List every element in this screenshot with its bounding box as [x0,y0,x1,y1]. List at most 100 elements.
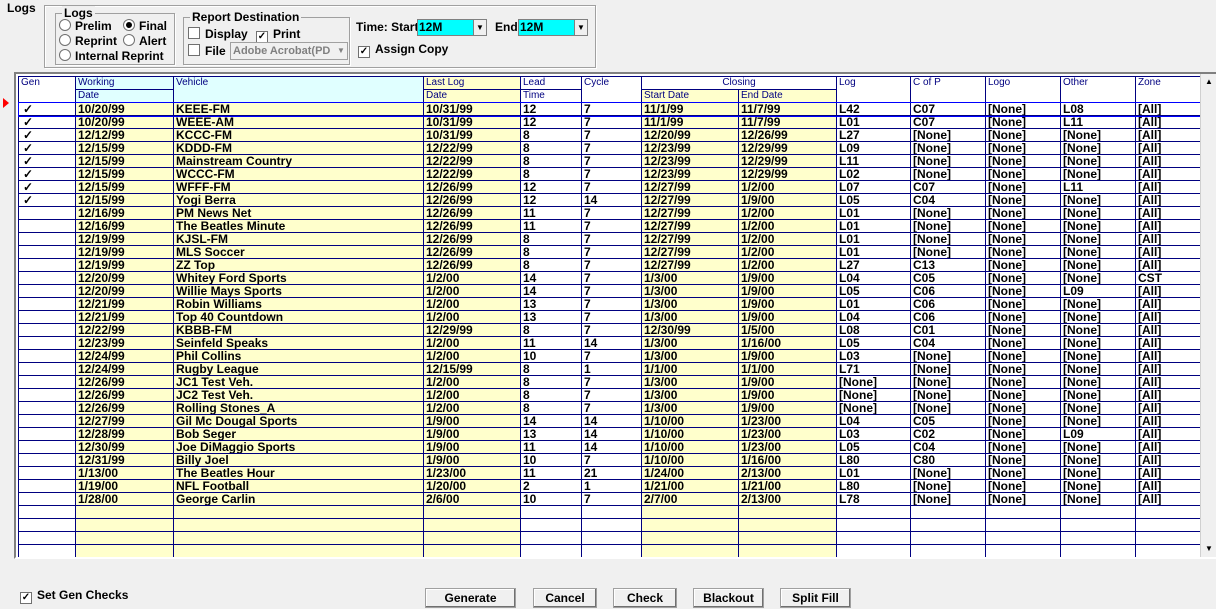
other-cell[interactable]: [None] [1060,258,1136,272]
vehicle-cell[interactable]: ZZ Top [173,258,424,272]
start-date-cell[interactable]: 1/3/00 [641,388,739,402]
other-cell[interactable]: [None] [1060,310,1136,324]
table-row[interactable]: ✓ 12/15/99 Mainstream Country 12/22/99 8 7 12/… [18,154,1201,168]
gen-cell[interactable] [18,466,76,480]
logo-cell[interactable]: [None] [985,102,1061,116]
start-date-cell[interactable] [641,518,739,532]
logo-cell[interactable] [985,505,1061,519]
zone-cell[interactable]: [All] [1135,401,1201,415]
other-cell[interactable]: L11 [1060,115,1136,129]
log-cell[interactable]: L07 [836,180,911,194]
working-date-cell[interactable]: 12/26/99 [75,388,174,402]
other-cell[interactable]: [None] [1060,297,1136,311]
other-cell[interactable]: [None] [1060,466,1136,480]
zone-cell[interactable]: [All] [1135,492,1201,506]
cycle-cell[interactable] [581,544,642,557]
logo-cell[interactable]: [None] [985,427,1061,441]
zone-cell[interactable]: [All] [1135,258,1201,272]
table-row[interactable]: 12/27/99 Gil Mc Dougal Sports 1/9/00 14 14 1/… [18,414,1201,428]
cycle-cell[interactable]: 7 [581,141,642,155]
lead-time-cell[interactable]: 10 [520,453,582,467]
working-date-cell[interactable]: 12/21/99 [75,297,174,311]
end-date-cell[interactable]: 1/9/00 [738,401,837,415]
last-log-date-cell[interactable]: 12/26/99 [423,245,521,259]
lead-time-cell[interactable]: 11 [520,336,582,350]
other-cell[interactable]: [None] [1060,232,1136,246]
cofp-cell[interactable]: [None] [910,232,986,246]
vehicle-cell[interactable]: Robin Williams [173,297,424,311]
start-date-cell[interactable]: 11/1/99 [641,102,739,116]
log-cell[interactable]: L01 [836,245,911,259]
working-date-cell[interactable]: 12/19/99 [75,245,174,259]
zone-cell[interactable]: [All] [1135,362,1201,376]
start-date-cell[interactable]: 1/3/00 [641,297,739,311]
col-header-closing[interactable]: Closing [641,76,837,90]
lead-time-cell[interactable]: 11 [520,206,582,220]
lead-time-cell[interactable] [520,544,582,557]
other-cell[interactable]: [None] [1060,453,1136,467]
vehicle-cell[interactable]: Top 40 Countdown [173,310,424,324]
gen-cell[interactable] [18,310,76,324]
gen-cell[interactable] [18,232,76,246]
check-button[interactable]: Check [613,588,677,608]
lead-time-cell[interactable]: 8 [520,375,582,389]
col-header-start-date[interactable]: Start Date [641,89,739,103]
gen-cell[interactable] [18,453,76,467]
lead-time-cell[interactable]: 8 [520,128,582,142]
zone-cell[interactable]: [All] [1135,479,1201,493]
vehicle-cell[interactable]: KEEE-FM [173,102,424,116]
zone-cell[interactable]: [All] [1135,440,1201,454]
start-date-cell[interactable]: 12/27/99 [641,219,739,233]
vehicle-cell[interactable]: Mainstream Country [173,154,424,168]
table-row[interactable]: 12/19/99 ZZ Top 12/26/99 8 7 12/27/99 1/2/00 L2… [18,258,1201,272]
last-log-date-cell[interactable]: 10/31/99 [423,102,521,116]
gen-cell[interactable] [18,336,76,350]
vehicle-cell[interactable] [173,518,424,532]
col-header-last-log[interactable]: Last Log [423,76,521,90]
cycle-cell[interactable]: 21 [581,466,642,480]
cycle-cell[interactable]: 7 [581,323,642,337]
other-cell[interactable]: [None] [1060,206,1136,220]
cycle-cell[interactable]: 14 [581,440,642,454]
table-row[interactable]: ✓ 12/15/99 Yogi Berra 12/26/99 12 14 12/27/99 1… [18,193,1201,207]
display-checkbox[interactable]: Display [188,27,248,41]
zone-cell[interactable]: [All] [1135,284,1201,298]
cycle-cell[interactable]: 7 [581,206,642,220]
logo-cell[interactable] [985,531,1061,545]
start-date-cell[interactable]: 1/21/00 [641,479,739,493]
lead-time-cell[interactable]: 14 [520,414,582,428]
end-date-cell[interactable]: 1/23/00 [738,440,837,454]
zone-cell[interactable]: [All] [1135,388,1201,402]
zone-cell[interactable]: [All] [1135,193,1201,207]
cycle-cell[interactable]: 7 [581,284,642,298]
last-log-date-cell[interactable]: 12/26/99 [423,180,521,194]
log-cell[interactable]: L09 [836,141,911,155]
col-header-cycle[interactable]: Cycle [581,76,642,103]
gen-cell[interactable] [18,206,76,220]
cofp-cell[interactable]: C04 [910,440,986,454]
cycle-cell[interactable]: 7 [581,258,642,272]
col-header-gen[interactable]: Gen [18,76,76,103]
last-log-date-cell[interactable]: 12/22/99 [423,154,521,168]
last-log-date-cell[interactable]: 1/9/00 [423,414,521,428]
start-date-cell[interactable]: 1/10/00 [641,453,739,467]
last-log-date-cell[interactable]: 12/22/99 [423,141,521,155]
table-row[interactable]: 12/19/99 MLS Soccer 12/26/99 8 7 12/27/99 1/2/… [18,245,1201,259]
cofp-cell[interactable] [910,505,986,519]
end-date-cell[interactable]: 1/23/00 [738,414,837,428]
time-end-select[interactable]: 12M ▼ [518,19,588,36]
zone-cell[interactable]: CST [1135,271,1201,285]
logo-cell[interactable]: [None] [985,284,1061,298]
end-date-cell[interactable]: 1/9/00 [738,284,837,298]
other-cell[interactable]: L08 [1060,102,1136,116]
lead-time-cell[interactable]: 12 [520,180,582,194]
table-row[interactable]: 12/16/99 PM News Net 12/26/99 11 7 12/27/99 1/… [18,206,1201,220]
end-date-cell[interactable]: 1/9/00 [738,271,837,285]
end-date-cell[interactable]: 1/21/00 [738,479,837,493]
lead-time-cell[interactable]: 10 [520,349,582,363]
radio-alert[interactable]: Alert [123,34,166,48]
table-row[interactable]: 1/13/00 The Beatles Hour 1/23/00 11 21 1/24/0… [18,466,1201,480]
radio-reprint[interactable]: Reprint [59,34,117,48]
table-row[interactable]: ✓ 12/15/99 WCCC-FM 12/22/99 8 7 12/23/99 12/29/… [18,167,1201,181]
cofp-cell[interactable]: [None] [910,362,986,376]
